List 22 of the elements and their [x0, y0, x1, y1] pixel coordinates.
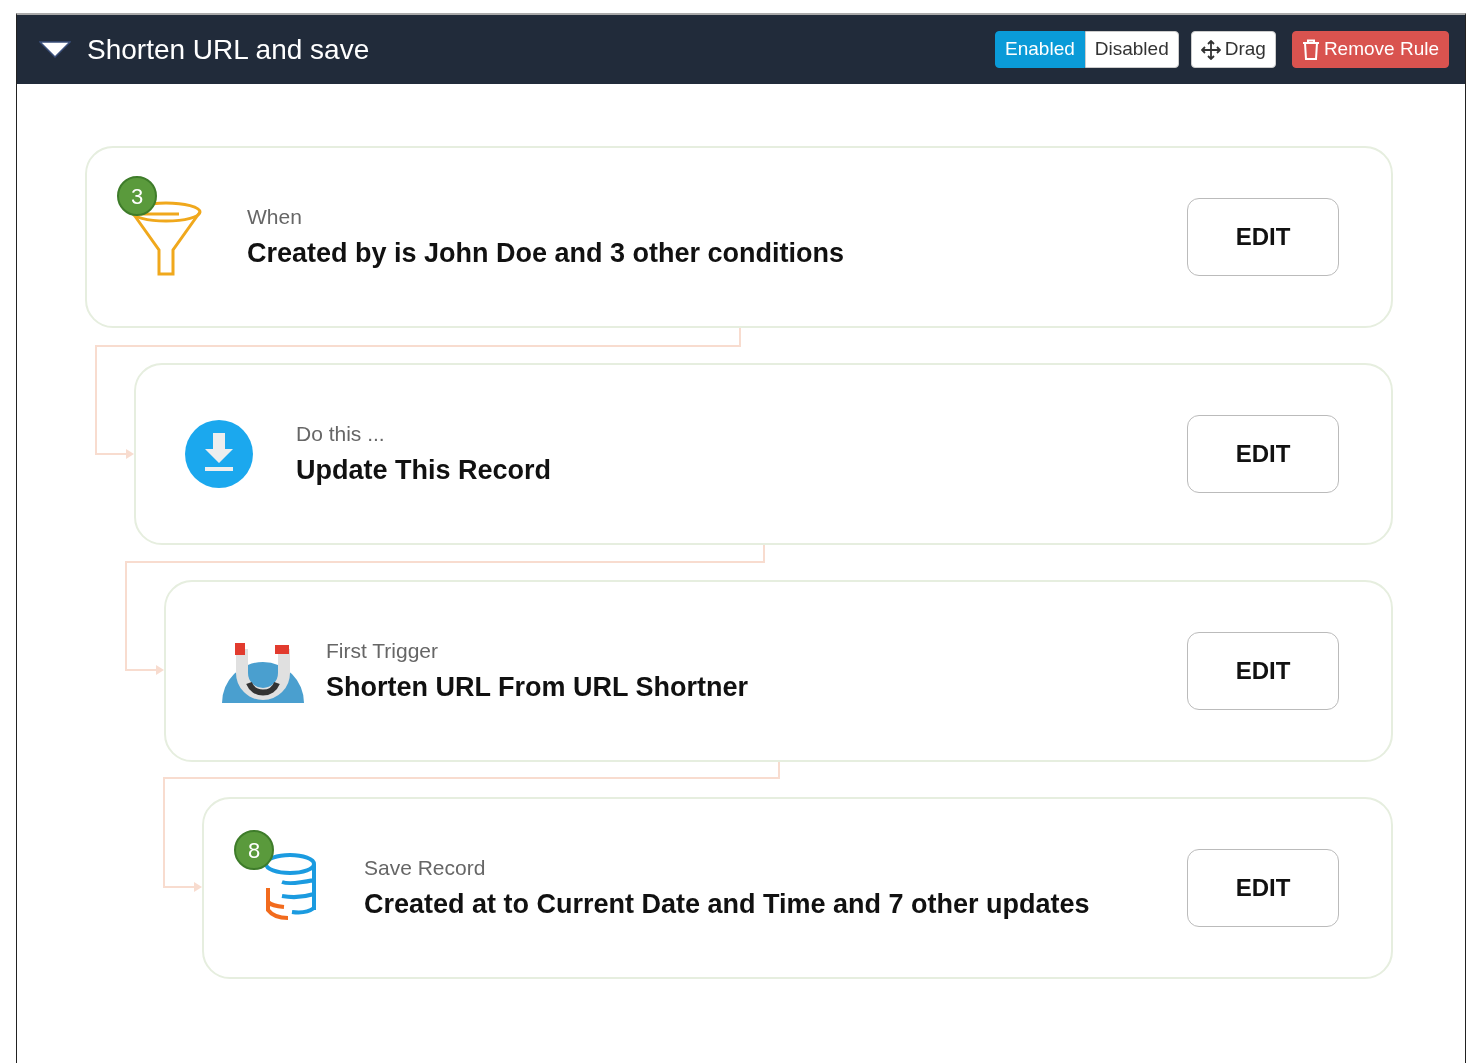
rule-title: Shorten URL and save: [87, 32, 370, 67]
move-icon: [1200, 39, 1221, 60]
step-title: Update This Record: [296, 453, 553, 487]
edit-button[interactable]: EDIT: [1187, 632, 1339, 710]
count-badge: 3: [117, 176, 157, 216]
edit-button[interactable]: EDIT: [1187, 415, 1339, 493]
download-icon: [184, 419, 254, 489]
step-title: Created by is John Doe and 3 other conditions: [247, 236, 846, 270]
caret-icon[interactable]: [39, 40, 71, 59]
step-title: Shorten URL From URL Shortner: [326, 670, 750, 704]
step-title: Created at to Current Date and Time and 7 other updates: [364, 887, 1091, 921]
edit-button[interactable]: EDIT: [1187, 198, 1339, 276]
edit-button[interactable]: EDIT: [1187, 849, 1339, 927]
step-label: Do this ...: [296, 421, 386, 447]
drag-button[interactable]: Drag: [1190, 31, 1276, 68]
status-toggle[interactable]: Disabled: [1084, 31, 1179, 68]
remove-rule-button[interactable]: Remove Rule: [1291, 31, 1449, 68]
step-label: Save Record: [364, 855, 487, 881]
trash-icon: [1301, 39, 1320, 60]
step-label: First Trigger: [326, 638, 439, 664]
count-badge: 8: [234, 830, 274, 870]
step-label: When: [247, 204, 303, 230]
